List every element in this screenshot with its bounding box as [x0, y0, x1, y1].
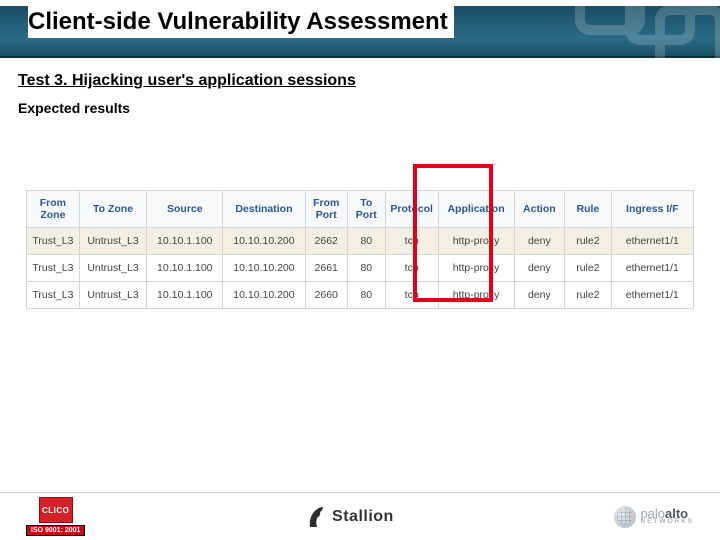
sessions-table: From Zone To Zone Source Destination Fro… [26, 190, 694, 309]
cell-action: deny [514, 282, 565, 309]
cell-from-port: 2661 [305, 255, 347, 282]
header-decoration [520, 0, 720, 58]
cell-action: deny [514, 255, 565, 282]
paloalto-logo: paloalto NETWORKS [614, 506, 694, 528]
cell-from-zone: Trust_L3 [27, 228, 80, 255]
col-application: Application [438, 191, 514, 228]
table-row: Trust_L3 Untrust_L3 10.10.1.100 10.10.10… [27, 282, 694, 309]
horse-icon [306, 505, 328, 529]
col-destination: Destination [223, 191, 305, 228]
clico-mark: CLICO [39, 497, 73, 523]
cell-to-port: 80 [347, 255, 385, 282]
cell-rule: rule2 [565, 228, 611, 255]
table-row: Trust_L3 Untrust_L3 10.10.1.100 10.10.10… [27, 255, 694, 282]
cell-from-port: 2662 [305, 228, 347, 255]
expected-results-label: Expected results [18, 100, 702, 116]
clico-logo: CLICO ISO 9001: 2001 [26, 497, 85, 536]
cell-protocol: tcp [385, 282, 438, 309]
cell-application: http-proxy [438, 282, 514, 309]
paloalto-subtext: NETWORKS [640, 519, 694, 525]
col-ingress-if: Ingress I/F [611, 191, 693, 228]
cell-destination: 10.10.10.200 [223, 228, 305, 255]
col-rule: Rule [565, 191, 611, 228]
col-protocol: Protocol [385, 191, 438, 228]
paloalto-text: paloalto NETWORKS [640, 508, 694, 526]
cell-to-zone: Untrust_L3 [79, 255, 147, 282]
stallion-logo: Stallion [306, 505, 394, 529]
results-table-container: From Zone To Zone Source Destination Fro… [26, 190, 694, 309]
cell-to-zone: Untrust_L3 [79, 228, 147, 255]
slide-header: Client-side Vulnerability Assessment [0, 0, 720, 58]
cell-ingress-if: ethernet1/1 [611, 282, 693, 309]
cell-protocol: tcp [385, 228, 438, 255]
table-header-row: From Zone To Zone Source Destination Fro… [27, 191, 694, 228]
cell-to-port: 80 [347, 282, 385, 309]
cell-source: 10.10.1.100 [147, 282, 223, 309]
cell-source: 10.10.1.100 [147, 255, 223, 282]
col-to-zone: To Zone [79, 191, 147, 228]
cell-ingress-if: ethernet1/1 [611, 228, 693, 255]
slide-footer: CLICO ISO 9001: 2001 Stallion paloalto N… [0, 492, 720, 540]
cell-from-zone: Trust_L3 [27, 282, 80, 309]
col-action: Action [514, 191, 565, 228]
cell-destination: 10.10.10.200 [223, 282, 305, 309]
cell-application: http-proxy [438, 228, 514, 255]
col-source: Source [147, 191, 223, 228]
cell-to-zone: Untrust_L3 [79, 282, 147, 309]
table-row: Trust_L3 Untrust_L3 10.10.1.100 10.10.10… [27, 228, 694, 255]
cell-from-port: 2660 [305, 282, 347, 309]
cell-destination: 10.10.10.200 [223, 255, 305, 282]
stallion-text: Stallion [332, 508, 394, 526]
col-to-port: To Port [347, 191, 385, 228]
cell-rule: rule2 [565, 282, 611, 309]
cell-to-port: 80 [347, 228, 385, 255]
subheader-block: Test 3. Hijacking user's application ses… [0, 58, 720, 116]
test-title: Test 3. Hijacking user's application ses… [18, 72, 702, 90]
cell-rule: rule2 [565, 255, 611, 282]
cell-action: deny [514, 228, 565, 255]
iso-badge: ISO 9001: 2001 [26, 525, 85, 536]
globe-icon [614, 506, 636, 528]
cell-protocol: tcp [385, 255, 438, 282]
cell-ingress-if: ethernet1/1 [611, 255, 693, 282]
col-from-zone: From Zone [27, 191, 80, 228]
cell-source: 10.10.1.100 [147, 228, 223, 255]
cell-from-zone: Trust_L3 [27, 255, 80, 282]
cell-application: http-proxy [438, 255, 514, 282]
slide-title: Client-side Vulnerability Assessment [28, 6, 454, 38]
col-from-port: From Port [305, 191, 347, 228]
